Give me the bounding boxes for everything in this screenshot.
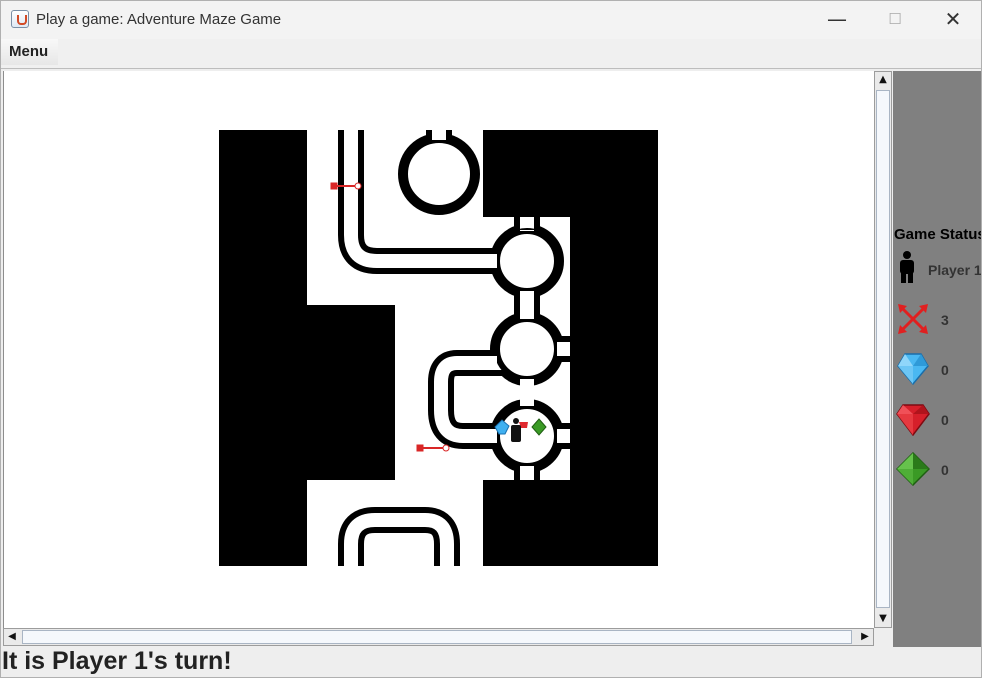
scroll-right-button[interactable]: ▶: [857, 629, 873, 645]
green-gem-count: 0: [941, 462, 949, 478]
game-window: Play a game: Adventure Maze Game — ☐ ✕ M…: [0, 0, 982, 678]
turn-status-message: It is Player 1's turn!: [2, 647, 232, 675]
horizontal-scroll-thumb[interactable]: [22, 630, 852, 644]
green-emerald-icon: [896, 452, 930, 486]
scroll-down-button[interactable]: ▼: [875, 611, 891, 627]
scroll-up-button[interactable]: ▲: [875, 72, 891, 88]
game-status-panel: Game Status Player 1 3 0 0 0: [893, 71, 982, 647]
vertical-scroll-thumb[interactable]: [876, 90, 890, 608]
crossed-arrows-icon: [898, 304, 928, 334]
title-bar: Play a game: Adventure Maze Game — ☐ ✕: [1, 1, 981, 39]
java-app-icon: [11, 10, 29, 28]
maximize-button[interactable]: ☐: [866, 1, 924, 39]
player-icon: [900, 251, 914, 283]
window-title: Play a game: Adventure Maze Game: [36, 11, 282, 28]
maze-board: [219, 130, 658, 566]
player-name-label: Player 1: [928, 262, 982, 278]
minimize-button[interactable]: —: [808, 1, 866, 39]
scrollbar-corner: [874, 628, 892, 646]
scroll-left-button[interactable]: ◀: [4, 629, 20, 645]
arrow-count: 3: [941, 312, 949, 328]
maze-viewport[interactable]: [3, 71, 874, 628]
blue-diamond-icon: [897, 353, 929, 386]
close-button[interactable]: ✕: [924, 1, 981, 39]
menu-button[interactable]: Menu: [1, 39, 58, 65]
horizontal-scrollbar[interactable]: ◀ ▶: [3, 628, 874, 646]
game-status-heading: Game Status: [894, 226, 982, 243]
menu-bar: Menu: [1, 39, 981, 69]
blue-gem-count: 0: [941, 362, 949, 378]
vertical-scrollbar[interactable]: ▲ ▼: [874, 71, 892, 628]
red-gem-count: 0: [941, 412, 949, 428]
red-ruby-icon: [896, 404, 930, 436]
